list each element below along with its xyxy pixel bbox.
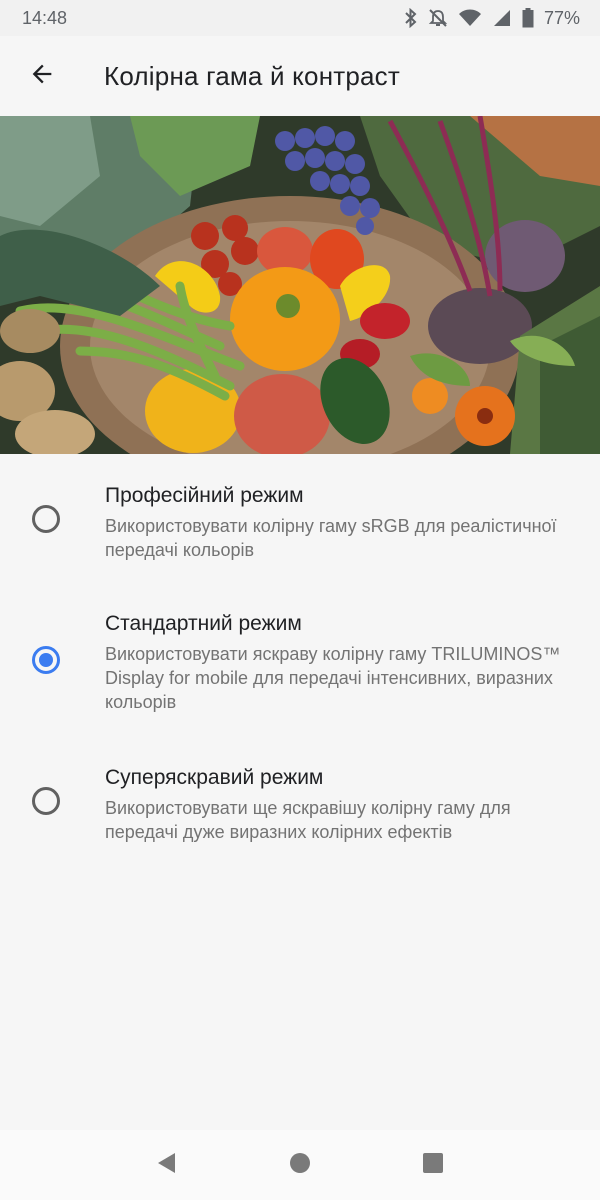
option-title: Професійний режим	[105, 484, 304, 507]
back-triangle-icon	[155, 1151, 179, 1180]
option-title: Суперяскравий режим	[105, 766, 324, 789]
home-circle-icon	[288, 1151, 312, 1180]
page-title: Колірна гама й контраст	[104, 60, 400, 91]
hero-image	[0, 116, 600, 454]
radio-standard[interactable]	[32, 646, 60, 674]
back-button[interactable]	[14, 48, 70, 104]
radio-super-vivid[interactable]	[32, 787, 60, 815]
nav-home-button[interactable]	[270, 1135, 330, 1195]
navigation-bar	[0, 1130, 600, 1200]
recents-square-icon	[421, 1151, 445, 1180]
nav-back-button[interactable]	[137, 1135, 197, 1195]
option-super-vivid[interactable]: Суперяскравий режим Використовувати ще я…	[0, 734, 600, 864]
radio-professional[interactable]	[32, 505, 60, 533]
battery-percent: 77%	[543, 7, 580, 28]
arrow-back-icon	[28, 60, 56, 93]
status-time: 14:48	[22, 7, 68, 28]
notifications-off-icon	[428, 8, 448, 28]
option-standard[interactable]: Стандартний режим Використовувати яскрав…	[0, 584, 600, 734]
option-description: Використовувати колірну гаму sRGB для ре…	[105, 516, 557, 560]
option-description: Використовувати яскраву колірну гаму TRI…	[105, 644, 561, 712]
option-description: Використовувати ще яскравішу колірну гам…	[105, 798, 511, 842]
battery-icon	[522, 8, 534, 28]
option-title: Стандартний режим	[105, 612, 302, 635]
status-icons: 77%	[404, 8, 580, 29]
nav-recents-button[interactable]	[403, 1135, 463, 1195]
app-bar: Колірна гама й контраст	[0, 36, 600, 116]
status-bar: 14:48 77%	[0, 0, 600, 36]
bluetooth-icon	[404, 8, 418, 28]
signal-icon	[492, 8, 512, 28]
option-professional[interactable]: Професійний режим Використовувати колірн…	[0, 454, 600, 584]
wifi-icon	[458, 8, 482, 28]
